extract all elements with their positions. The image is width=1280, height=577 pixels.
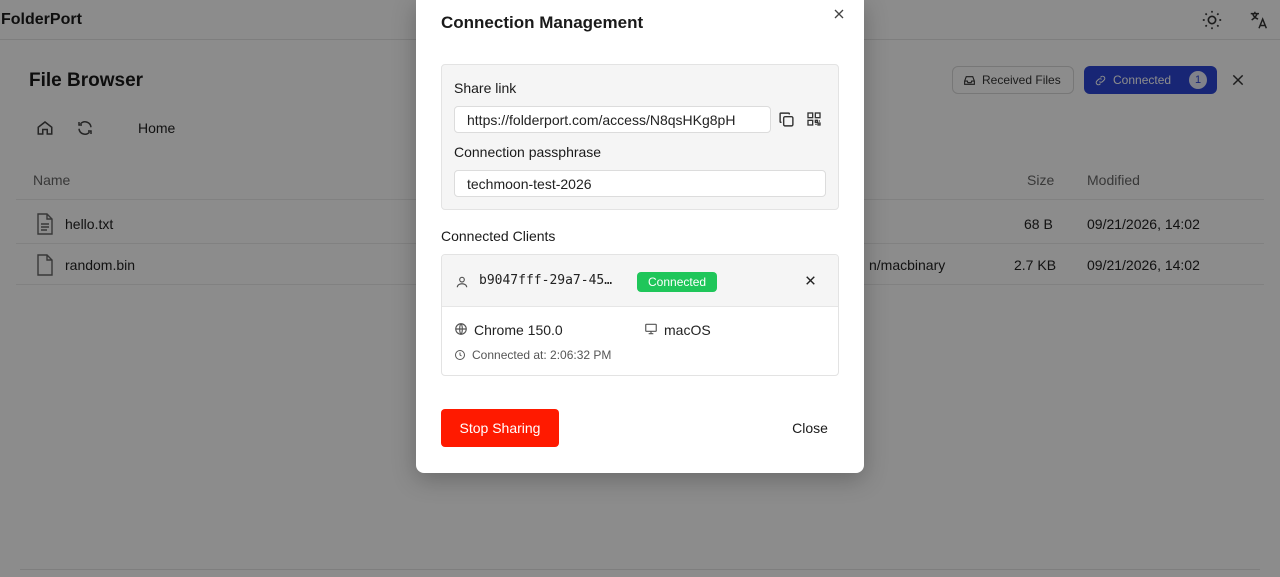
qr-code-icon[interactable]: [806, 111, 822, 127]
monitor-icon: [644, 322, 658, 336]
close-button[interactable]: Close: [771, 409, 849, 447]
client-connected-at: Connected at: 2:06:32 PM: [472, 348, 612, 362]
share-link-input[interactable]: [454, 106, 771, 133]
client-card-header: b9047fff-29a7-45… Connected: [442, 255, 838, 307]
share-link-label: Share link: [454, 80, 517, 96]
status-badge: Connected: [637, 272, 718, 292]
connection-management-dialog: Connection Management Share link Connect…: [416, 0, 864, 473]
dialog-title: Connection Management: [441, 13, 644, 32]
clock-icon: [454, 349, 466, 361]
copy-icon[interactable]: [778, 111, 795, 128]
passphrase-label: Connection passphrase: [454, 144, 602, 160]
share-link-section: Share link Connection passphrase: [441, 64, 839, 210]
client-id: b9047fff-29a7-45…: [479, 273, 613, 288]
connected-clients-heading: Connected Clients: [441, 228, 556, 244]
stop-sharing-button[interactable]: Stop Sharing: [441, 409, 559, 447]
passphrase-input[interactable]: [454, 170, 826, 197]
user-icon: [455, 275, 469, 289]
disconnect-client-icon[interactable]: [804, 274, 817, 287]
client-browser: Chrome 150.0: [474, 322, 563, 338]
client-card: b9047fff-29a7-45… Connected Chrome 150.0…: [441, 254, 839, 376]
globe-icon: [454, 322, 468, 336]
client-os: macOS: [664, 322, 711, 338]
close-icon[interactable]: [831, 6, 847, 22]
